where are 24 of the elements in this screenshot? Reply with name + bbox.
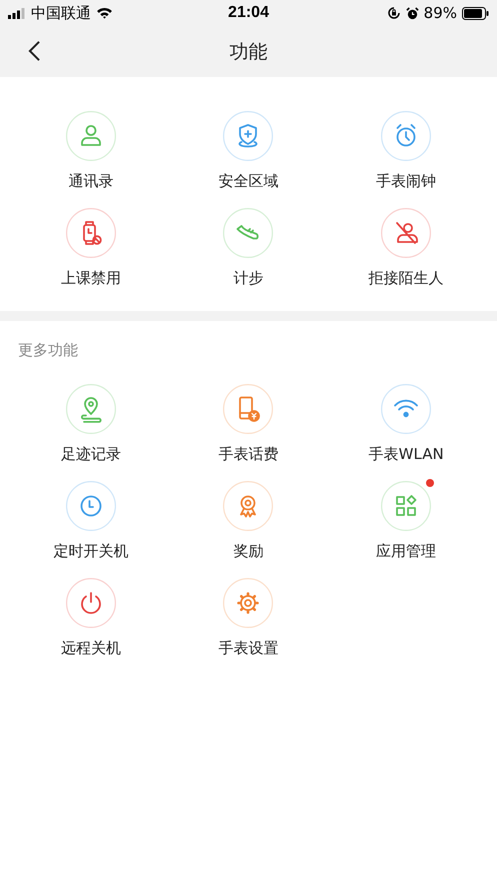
status-time: 21:04 bbox=[228, 4, 269, 22]
feature-item[interactable]: 远程关机 bbox=[12, 578, 170, 661]
page-title: 功能 bbox=[230, 40, 268, 64]
feature-item[interactable]: 手表设置 bbox=[170, 578, 328, 661]
alarm-icon bbox=[406, 6, 419, 20]
carrier-name: 中国联通 bbox=[31, 4, 91, 22]
feature-item[interactable]: 安全区域 bbox=[170, 111, 328, 194]
wifi-icon bbox=[96, 7, 113, 19]
feature-item[interactable]: 应用管理 bbox=[327, 481, 485, 564]
feature-item[interactable]: 手表话费 bbox=[170, 384, 328, 467]
section-heading: 更多功能 bbox=[17, 340, 79, 361]
feature-item[interactable]: 拒接陌生人 bbox=[327, 208, 485, 291]
feature-item[interactable]: 手表WLAN bbox=[327, 384, 485, 467]
feature-item[interactable]: 手表闹钟 bbox=[327, 111, 485, 194]
feature-item[interactable]: 上课禁用 bbox=[12, 208, 170, 291]
feature-item[interactable]: 通讯录 bbox=[12, 111, 170, 194]
feature-item[interactable]: 足迹记录 bbox=[12, 384, 170, 467]
rotation-lock-icon bbox=[386, 6, 401, 20]
battery-icon bbox=[462, 6, 489, 20]
feature-item[interactable]: 定时开关机 bbox=[12, 481, 170, 564]
feature-item[interactable]: 计步 bbox=[170, 208, 328, 291]
battery-percent: 89% bbox=[424, 4, 457, 22]
signal-icon bbox=[8, 8, 26, 18]
feature-item[interactable]: 奖励 bbox=[170, 481, 328, 564]
